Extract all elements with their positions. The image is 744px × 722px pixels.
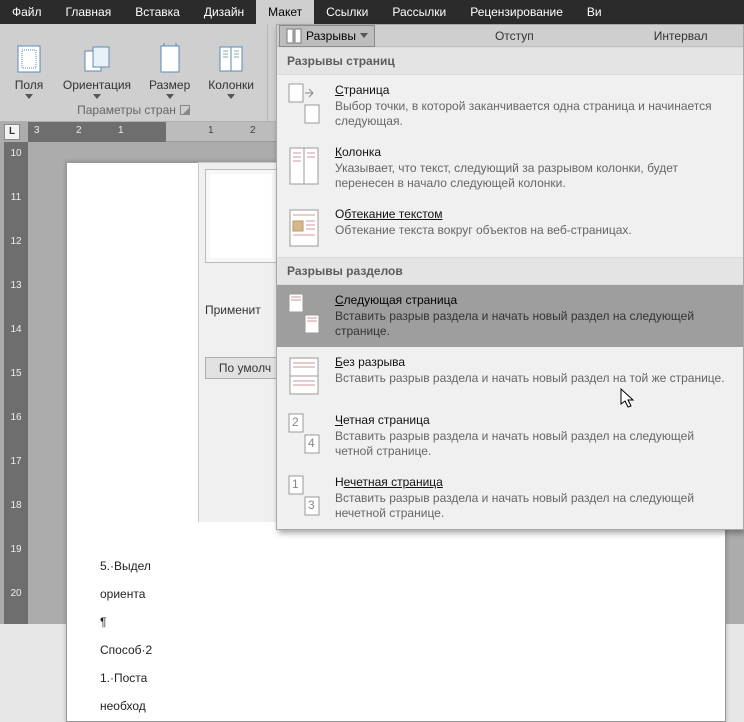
chevron-down-icon bbox=[25, 94, 33, 99]
break-option[interactable]: Следующая страница Вставить разрыв раздел… bbox=[277, 285, 743, 347]
option-description: Обтекание текста вокруг объектов на веб-… bbox=[335, 223, 632, 238]
doc-line: ¶ bbox=[100, 608, 152, 636]
menu-файл[interactable]: Файл bbox=[0, 0, 54, 24]
option-title: Без разрыва bbox=[335, 355, 725, 369]
tab-selector[interactable]: L bbox=[4, 124, 20, 140]
doc-line: ориента bbox=[100, 580, 152, 608]
menu-рассылки[interactable]: Рассылки bbox=[380, 0, 458, 24]
size-icon bbox=[154, 43, 186, 75]
break-option[interactable]: Страница Выбор точки, в которой заканчива… bbox=[277, 75, 743, 137]
menu-макет[interactable]: Макет bbox=[256, 0, 314, 24]
interval-label-dd: Интервал bbox=[654, 29, 708, 43]
option-title: Четная страница bbox=[335, 413, 733, 427]
doc-line: 1.·Поста bbox=[100, 664, 152, 692]
breaks-dropdown: Разрывы Отступ Интервал Разрывы страниц … bbox=[276, 24, 744, 530]
break-option[interactable]: Без разрыва Вставить разрыв раздела и нач… bbox=[277, 347, 743, 405]
section-section-breaks: Разрывы разделов bbox=[277, 257, 743, 285]
side-pane: Применит По умолч bbox=[198, 162, 276, 522]
document-text: 5.·Выделориента¶Способ·21.·Постанеобход bbox=[100, 552, 152, 720]
break-option[interactable]: 13 Нечетная страница Вставить разрыв разде… bbox=[277, 467, 743, 529]
chevron-down-icon bbox=[227, 94, 235, 99]
page-setup-group: ПоляОриентацияРазмерКолонки Параметры ст… bbox=[0, 24, 268, 121]
indent-label-dd: Отступ bbox=[495, 29, 534, 43]
apply-label: Применит bbox=[205, 303, 270, 317]
group-label: Параметры стран bbox=[77, 103, 176, 117]
option-description: Выбор точки, в которой заканчивается одн… bbox=[335, 99, 733, 129]
menu-ссылки[interactable]: Ссылки bbox=[314, 0, 380, 24]
option-title: Нечетная страница bbox=[335, 475, 733, 489]
columns-button[interactable]: Колонки bbox=[204, 41, 258, 101]
menu-вставка[interactable]: Вставка bbox=[123, 0, 192, 24]
menubar: ФайлГлавнаяВставкаДизайнМакетСсылкиРассы… bbox=[0, 0, 744, 24]
option-title: Следующая страница bbox=[335, 293, 733, 307]
break-option-icon: 13 bbox=[287, 475, 321, 517]
page-preview bbox=[205, 169, 276, 263]
menu-главная[interactable]: Главная bbox=[54, 0, 124, 24]
break-option[interactable]: Обтекание текстом Обтекание текста вокруг… bbox=[277, 199, 743, 257]
breaks-icon bbox=[286, 28, 302, 44]
svg-text:2: 2 bbox=[292, 415, 299, 429]
dialog-launcher-icon[interactable] bbox=[180, 105, 190, 115]
size-button[interactable]: Размер bbox=[145, 41, 194, 101]
break-option-icon bbox=[287, 83, 321, 125]
option-title: Страница bbox=[335, 83, 733, 97]
svg-text:1: 1 bbox=[292, 477, 299, 491]
break-option-icon: 24 bbox=[287, 413, 321, 455]
orient-button[interactable]: Ориентация bbox=[59, 41, 135, 101]
menu-дизайн[interactable]: Дизайн bbox=[192, 0, 256, 24]
doc-line: 5.·Выдел bbox=[100, 552, 152, 580]
chevron-down-icon bbox=[166, 94, 174, 99]
vertical-ruler[interactable]: 1011121314151617181920 bbox=[4, 142, 28, 624]
default-button[interactable]: По умолч bbox=[205, 357, 276, 379]
orient-icon bbox=[81, 43, 113, 75]
mouse-cursor-icon bbox=[620, 388, 638, 410]
option-description: Вставить разрыв раздела и начать новый р… bbox=[335, 429, 733, 459]
chevron-down-icon bbox=[360, 33, 368, 38]
break-option[interactable]: 24 Четная страница Вставить разрыв раздела… bbox=[277, 405, 743, 467]
menu-ви[interactable]: Ви bbox=[575, 0, 614, 24]
breaks-dropdown-button[interactable]: Разрывы bbox=[279, 25, 375, 47]
doc-line: необход bbox=[100, 692, 152, 720]
menu-рецензирование[interactable]: Рецензирование bbox=[458, 0, 575, 24]
svg-text:3: 3 bbox=[308, 498, 315, 512]
option-description: Вставить разрыв раздела и начать новый р… bbox=[335, 491, 733, 521]
margins-icon bbox=[13, 43, 45, 75]
columns-icon bbox=[215, 43, 247, 75]
option-description: Вставить разрыв раздела и начать новый р… bbox=[335, 309, 733, 339]
break-option-icon bbox=[287, 293, 321, 335]
svg-text:4: 4 bbox=[308, 436, 315, 450]
break-option[interactable]: Колонка Указывает, что текст, следующий з… bbox=[277, 137, 743, 199]
break-option-icon bbox=[287, 355, 321, 397]
break-option-icon bbox=[287, 207, 321, 249]
option-title: Колонка bbox=[335, 145, 733, 159]
margins-button[interactable]: Поля bbox=[9, 41, 49, 101]
option-description: Указывает, что текст, следующий за разры… bbox=[335, 161, 733, 191]
option-description: Вставить разрыв раздела и начать новый р… bbox=[335, 371, 725, 386]
break-option-icon bbox=[287, 145, 321, 187]
doc-line: Способ·2 bbox=[100, 636, 152, 664]
option-title: Обтекание текстом bbox=[335, 207, 632, 221]
section-page-breaks: Разрывы страниц bbox=[277, 47, 743, 75]
chevron-down-icon bbox=[93, 94, 101, 99]
